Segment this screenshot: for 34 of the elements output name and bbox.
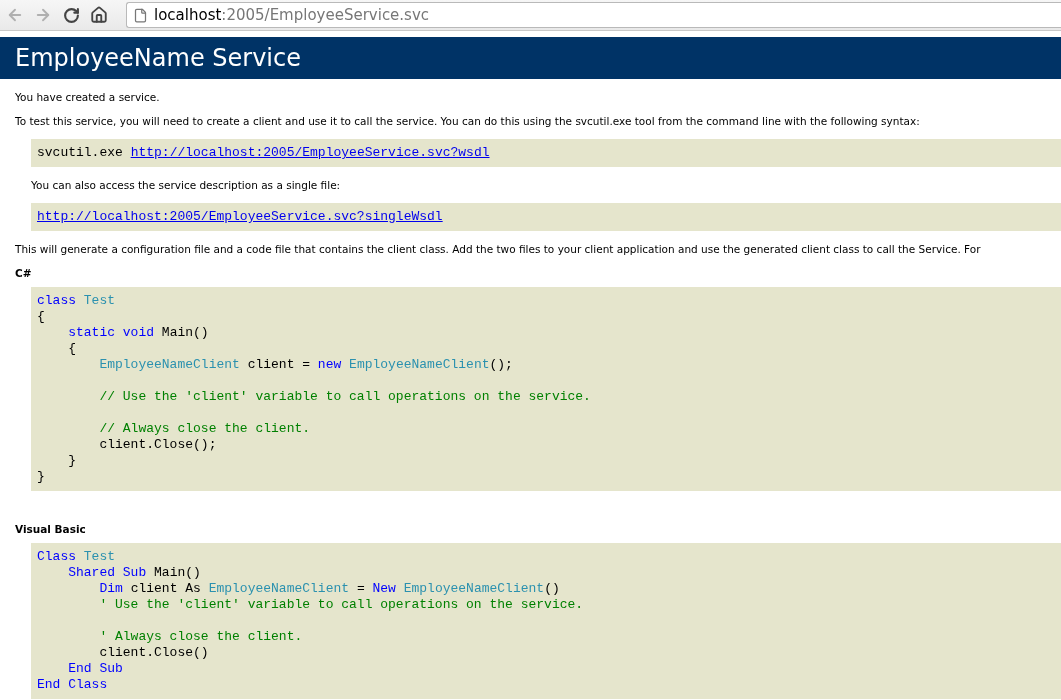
code-line: static void Main() (67, 325, 210, 341)
generate-text: This will generate a configuration file and a code file that contains the client class. Add the two files to your client application and use the generated client class to call the Service. For (15, 243, 982, 255)
code-line: ' Always close the client. (98, 629, 304, 645)
language-heading: Visual Basic (15, 523, 87, 535)
code-line: Dim client As EmployeeNameClient = New EmployeeNameClient() (98, 581, 561, 597)
code-line: } (67, 453, 77, 469)
page-title: EmployeeName Service (15, 44, 301, 72)
code-line: } (37, 469, 46, 485)
code-line: EmployeeNameClient client = new EmployeeNameClient(); (98, 357, 514, 373)
code-line: client.Close(); (98, 437, 218, 453)
code-line: Class Test (37, 549, 117, 565)
code-line: class Test (37, 293, 117, 309)
code-line: Shared Sub Main() (67, 565, 202, 581)
instructions-text: To test this service, you will need to create a client and use it to call the service. You can do this using the svcutil.exe tool from the command line with the following syntax: (15, 115, 921, 127)
intro-text: You have created a service. (15, 91, 161, 103)
url-host: localhost (154, 6, 222, 24)
address-bar[interactable]: localhost:2005/EmployeeService.svc (126, 2, 1061, 28)
single-wsdl-link[interactable]: http://localhost:2005/EmployeeService.svc?singleWsdl (37, 209, 443, 224)
code-line: End Sub (67, 661, 124, 677)
code-line: ' Use the 'client' variable to call operations on the service. (98, 597, 585, 613)
single-file-text: You can also access the service description as a single file: (31, 179, 342, 191)
code-line: // Use the 'client' variable to call operations on the service. (98, 389, 592, 405)
command-text: svcutil.exe (37, 145, 123, 160)
code-line: { (67, 341, 77, 357)
home-button[interactable] (90, 6, 108, 24)
language-heading: C# (15, 267, 33, 279)
reload-button[interactable] (62, 6, 80, 24)
code-line: { (37, 309, 46, 325)
code-line: client.Close() (98, 645, 210, 661)
wsdl-link[interactable]: http://localhost:2005/EmployeeService.svc?wsdl (130, 145, 490, 160)
url-path: :2005/EmployeeService.svc (221, 6, 430, 24)
code-line: End Class (37, 677, 109, 693)
page-icon (133, 7, 148, 23)
code-line: // Always close the client. (98, 421, 312, 437)
